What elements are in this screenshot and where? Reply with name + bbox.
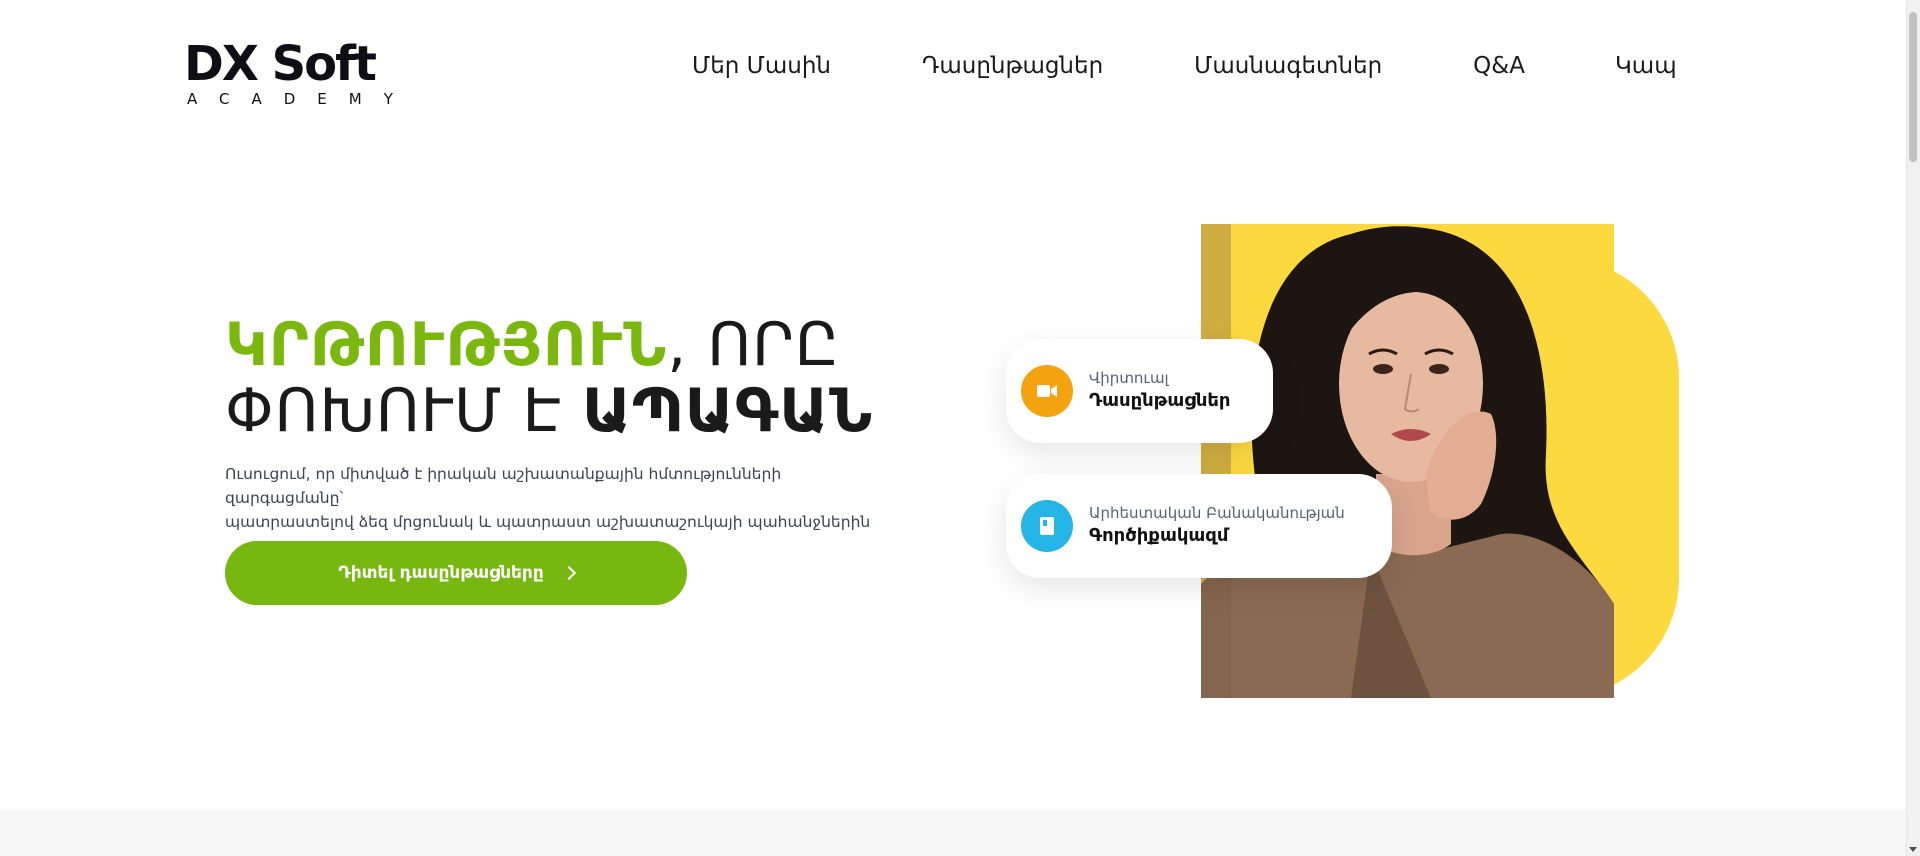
feature-card-virtual-courses: Վիրտուալ Դասընթացներ — [1006, 339, 1273, 443]
hero-description: Ուսուցում, որ միտված է իրական աշխատանքայ… — [225, 462, 885, 534]
book-icon — [1021, 500, 1073, 552]
logo-sub-text: ACADEMY — [187, 90, 415, 108]
feature-card-ai-tools: Արհեստական Բանականության Գործիքակազմ — [1006, 474, 1392, 578]
hero-title-bold: ԱՊԱԳԱՆ — [582, 376, 874, 446]
hero-description-line1: Ուսուցում, որ միտված է իրական աշխատանքայ… — [225, 465, 782, 507]
hero-title-part2: ՓՈԽՈՒՄ Է — [225, 376, 583, 446]
feature-card-title: Դասընթացներ — [1089, 390, 1231, 411]
feature-card-subtitle: Արհեստական Բանականության — [1089, 504, 1345, 522]
hero-title: ԿՐԹՈՒԹՅՈՒՆ, ՈՐԸ ՓՈԽՈՒՄ Է ԱՊԱԳԱՆ — [225, 312, 925, 444]
view-courses-label: Դիտել դասընթացները — [338, 563, 544, 583]
hero-photo — [1201, 224, 1614, 698]
logo[interactable]: DX Soft ACADEMY — [184, 36, 416, 108]
hero-title-part1: , ՈՐԸ — [667, 310, 840, 380]
feature-card-text: Վիրտուալ Դասընթացներ — [1089, 368, 1231, 414]
nav-item-about[interactable]: Մեր Մասին — [692, 53, 831, 79]
chevron-right-icon — [561, 565, 576, 581]
scrollbar-thumb[interactable] — [1909, 12, 1917, 162]
video-camera-icon — [1021, 365, 1073, 417]
hero-title-accent: ԿՐԹՈՒԹՅՈՒՆ — [225, 310, 668, 380]
nav-item-specialists[interactable]: Մասնագետներ — [1194, 53, 1382, 79]
nav-item-courses[interactable]: Դասընթացներ — [922, 53, 1103, 79]
feature-card-text: Արհեստական Բանականության Գործիքակազմ — [1089, 503, 1345, 549]
view-courses-button[interactable]: Դիտել դասընթացները — [225, 541, 687, 605]
nav-item-contact[interactable]: Կապ — [1615, 53, 1677, 79]
scroll-down-arrow-icon[interactable] — [1909, 847, 1917, 852]
nav-item-qa[interactable]: Q&A — [1473, 53, 1525, 79]
main-nav: Մեր Մասին Դասընթացներ Մասնագետներ Q&A Կա… — [692, 53, 1677, 79]
feature-card-title: Գործիքակազմ — [1089, 525, 1229, 546]
next-section-band — [0, 810, 1906, 856]
scrollbar[interactable] — [1906, 0, 1920, 856]
feature-card-subtitle: Վիրտուալ — [1089, 369, 1169, 387]
hero-description-line2: պատրաստելով ձեզ մրցունակ և պատրաստ աշխատ… — [225, 513, 871, 531]
logo-main-text: DX Soft — [184, 36, 377, 92]
